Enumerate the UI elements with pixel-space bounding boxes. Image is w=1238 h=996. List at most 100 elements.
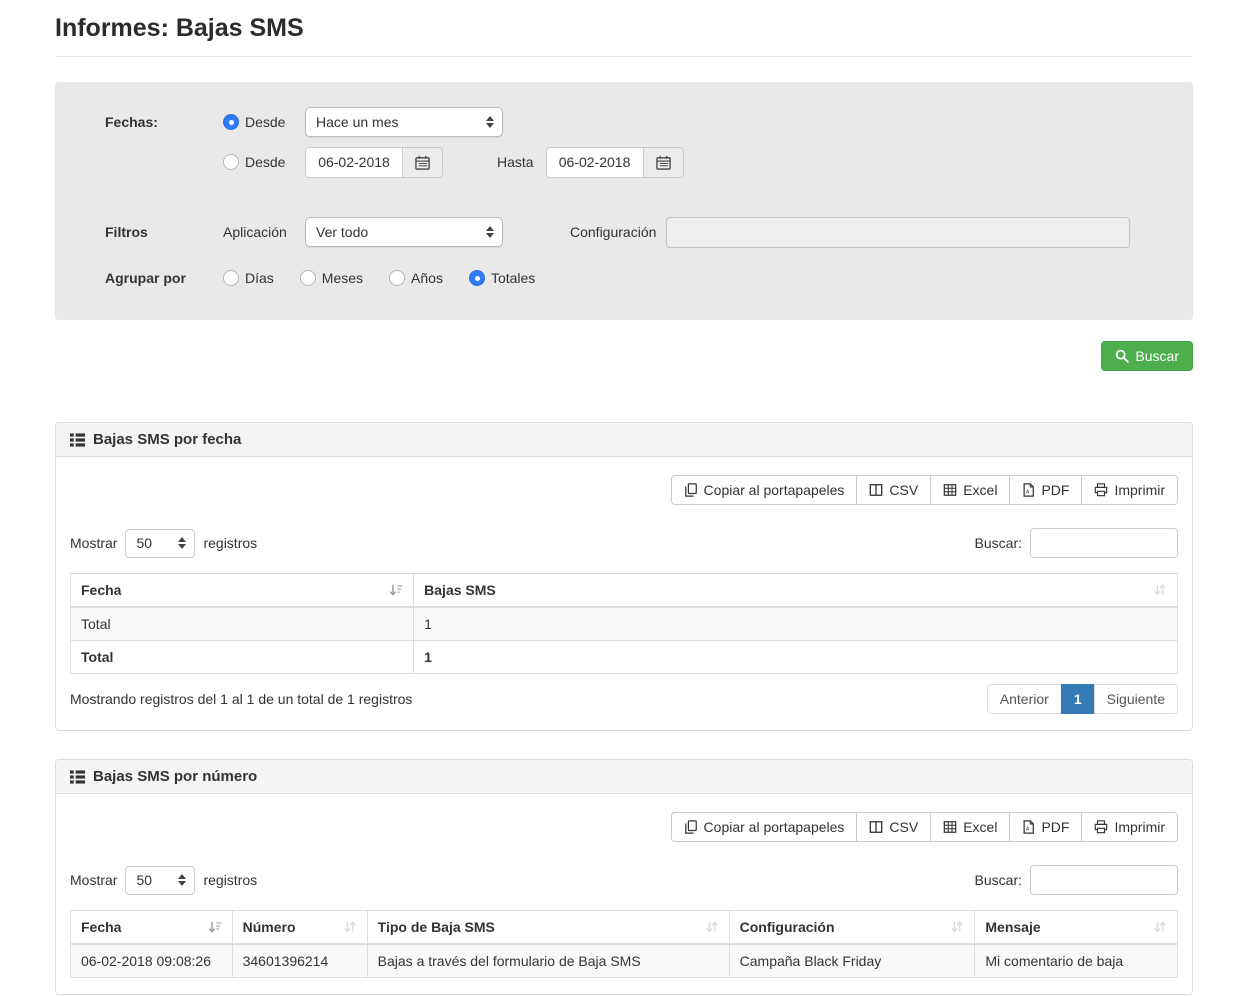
radio-icon[interactable] bbox=[223, 270, 239, 286]
column-header-bajas-sms[interactable]: Bajas SMS bbox=[414, 574, 1178, 608]
column-header-configuracion[interactable]: Configuración bbox=[729, 911, 975, 945]
export-button-group: Copiar al portapapeles CSV Excel A PDF bbox=[671, 475, 1178, 505]
print-button-label: Imprimir bbox=[1114, 819, 1165, 835]
column-header-tipo[interactable]: Tipo de Baja SMS bbox=[367, 911, 729, 945]
desde-date-input[interactable] bbox=[305, 147, 403, 178]
configuracion-input[interactable] bbox=[666, 217, 1130, 248]
table-info: Mostrando registros del 1 al 1 de un tot… bbox=[70, 691, 412, 707]
page-header: Informes: Bajas SMS bbox=[55, 14, 1193, 57]
panel-title: Bajas SMS por número bbox=[93, 768, 257, 785]
pagination-previous[interactable]: Anterior bbox=[987, 684, 1062, 714]
filtros-row: Filtros Aplicación Ver todo Configuració… bbox=[105, 216, 1143, 248]
table-search-input[interactable] bbox=[1030, 865, 1178, 895]
csv-button[interactable]: CSV bbox=[856, 475, 931, 505]
filter-panel: Fechas: Desde Hace un mes Desde bbox=[55, 82, 1193, 320]
panel-heading: Bajas SMS por número bbox=[56, 760, 1192, 794]
cell-fecha: 06-02-2018 09:08:26 bbox=[71, 944, 233, 978]
panel-body: Copiar al portapapeles CSV Excel A PDF bbox=[56, 794, 1192, 994]
radio-dias-label: Días bbox=[245, 270, 274, 286]
copy-icon bbox=[684, 820, 698, 834]
radio-icon[interactable] bbox=[223, 154, 239, 170]
radio-anos-label: Años bbox=[411, 270, 443, 286]
copy-button-label: Copiar al portapapeles bbox=[704, 482, 845, 498]
table-footer-controls: Mostrando registros del 1 al 1 de un tot… bbox=[70, 684, 1178, 714]
table-search-control: Buscar: bbox=[975, 528, 1178, 558]
length-select[interactable]: 50 bbox=[125, 529, 195, 558]
sort-both-icon bbox=[950, 920, 964, 934]
radio-desde-preset[interactable]: Desde bbox=[223, 114, 305, 130]
printer-icon bbox=[1094, 820, 1108, 834]
pdf-file-icon: A bbox=[1022, 820, 1035, 834]
sort-both-icon bbox=[343, 920, 357, 934]
radio-icon[interactable] bbox=[469, 270, 485, 286]
hasta-calendar-button[interactable] bbox=[644, 147, 684, 178]
table-controls-row: Mostrar 50 registros Buscar: bbox=[70, 528, 1178, 558]
list-icon bbox=[70, 770, 85, 784]
sort-both-icon bbox=[1153, 920, 1167, 934]
radio-meses[interactable]: Meses bbox=[300, 270, 363, 286]
excel-button[interactable]: Excel bbox=[930, 812, 1010, 842]
export-button-group: Copiar al portapapeles CSV Excel A PDF bbox=[671, 812, 1178, 842]
bajas-por-fecha-table: Fecha Bajas SMS Total 1 bbox=[70, 573, 1178, 674]
buscar-row: Buscar bbox=[55, 341, 1193, 371]
copy-button[interactable]: Copiar al portapapeles bbox=[671, 475, 858, 505]
radio-desde-custom-label: Desde bbox=[245, 154, 285, 170]
radio-totales-label: Totales bbox=[491, 270, 535, 286]
aplicacion-select[interactable]: Ver todo bbox=[305, 217, 503, 247]
printer-icon bbox=[1094, 483, 1108, 497]
excel-button-label: Excel bbox=[963, 819, 997, 835]
length-select[interactable]: 50 bbox=[125, 866, 195, 895]
length-label-after: registros bbox=[203, 535, 257, 551]
pdf-button[interactable]: A PDF bbox=[1009, 812, 1082, 842]
table-search-control: Buscar: bbox=[975, 865, 1178, 895]
column-header-mensaje[interactable]: Mensaje bbox=[975, 911, 1178, 945]
list-icon bbox=[70, 433, 85, 447]
radio-desde-preset-label: Desde bbox=[245, 114, 285, 130]
table-search-label: Buscar: bbox=[975, 872, 1022, 888]
configuracion-label: Configuración bbox=[570, 224, 656, 240]
radio-icon[interactable] bbox=[300, 270, 316, 286]
buscar-button[interactable]: Buscar bbox=[1101, 341, 1193, 371]
buscar-button-label: Buscar bbox=[1135, 348, 1179, 364]
column-header-numero[interactable]: Número bbox=[232, 911, 367, 945]
page-length-control: Mostrar 50 registros bbox=[70, 529, 257, 558]
column-header-fecha[interactable]: Fecha bbox=[71, 574, 414, 608]
radio-anos[interactable]: Años bbox=[389, 270, 443, 286]
radio-icon[interactable] bbox=[389, 270, 405, 286]
table-row[interactable]: Total 1 bbox=[71, 607, 1178, 641]
column-header-fecha[interactable]: Fecha bbox=[71, 911, 233, 945]
pdf-file-icon: A bbox=[1022, 483, 1035, 497]
hasta-date-input[interactable] bbox=[546, 147, 644, 178]
select-caret-icon bbox=[178, 537, 186, 549]
length-select-value: 50 bbox=[136, 535, 152, 551]
print-button[interactable]: Imprimir bbox=[1081, 812, 1178, 842]
pagination-next[interactable]: Siguiente bbox=[1094, 684, 1178, 714]
select-caret-icon bbox=[486, 226, 494, 238]
sort-asc-icon bbox=[208, 920, 222, 934]
radio-totales[interactable]: Totales bbox=[469, 270, 535, 286]
desde-calendar-button[interactable] bbox=[403, 147, 443, 178]
sort-asc-icon bbox=[389, 583, 403, 597]
csv-button[interactable]: CSV bbox=[856, 812, 931, 842]
radio-dias[interactable]: Días bbox=[223, 270, 274, 286]
copy-button[interactable]: Copiar al portapapeles bbox=[671, 812, 858, 842]
export-buttons-row: Copiar al portapapeles CSV Excel A PDF bbox=[70, 475, 1178, 505]
table-search-input[interactable] bbox=[1030, 528, 1178, 558]
cell-mensaje: Mi comentario de baja bbox=[975, 944, 1178, 978]
pdf-button[interactable]: A PDF bbox=[1009, 475, 1082, 505]
calendar-icon bbox=[656, 155, 671, 170]
print-button[interactable]: Imprimir bbox=[1081, 475, 1178, 505]
excel-button[interactable]: Excel bbox=[930, 475, 1010, 505]
pagination-page-1[interactable]: 1 bbox=[1061, 684, 1095, 714]
footer-total-label: Total bbox=[71, 641, 414, 674]
radio-desde-custom[interactable]: Desde bbox=[223, 154, 305, 170]
radio-icon[interactable] bbox=[223, 114, 239, 130]
copy-icon bbox=[684, 483, 698, 497]
fechas-preset-row: Fechas: Desde Hace un mes bbox=[105, 106, 1143, 138]
table-row[interactable]: 06-02-2018 09:08:26 34601396214 Bajas a … bbox=[71, 944, 1178, 978]
page-title: Informes: Bajas SMS bbox=[55, 14, 1193, 43]
bajas-por-numero-table: Fecha Número Tipo de Baja SMS Confi bbox=[70, 910, 1178, 978]
preset-select[interactable]: Hace un mes bbox=[305, 107, 503, 137]
hasta-date-group bbox=[546, 147, 684, 178]
select-caret-icon bbox=[178, 874, 186, 886]
